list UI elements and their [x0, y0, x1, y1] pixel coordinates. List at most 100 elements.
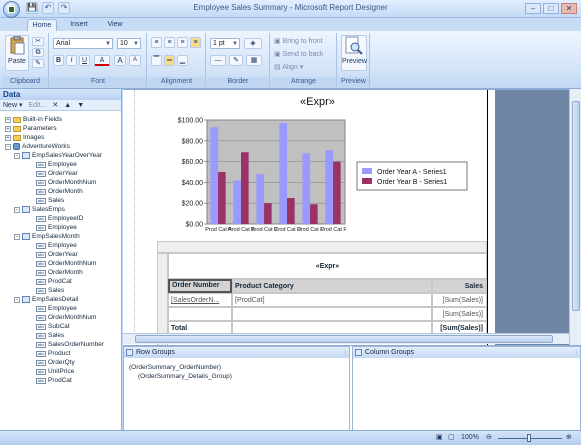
cell-prodcat[interactable]: [ProdCat] [232, 293, 432, 307]
tree-field[interactable]: abc OrderYear [36, 250, 78, 259]
align-top-icon[interactable]: ▔ [151, 55, 162, 66]
shrink-font-button[interactable]: A [129, 55, 141, 66]
delete-icon[interactable]: ✕ [52, 100, 58, 110]
copy-icon[interactable]: ⧉ [32, 48, 44, 57]
expand-icon[interactable]: + [5, 125, 11, 132]
align-center-icon[interactable]: ≡ [164, 37, 175, 48]
chart[interactable]: $0.00 $20.00 $40.00 $60.00 $80.00 $100.00 Prod… [135, 90, 475, 238]
send-to-back-button[interactable]: ▣ Send to back [274, 50, 323, 60]
underline-button[interactable]: U [79, 55, 90, 66]
tree-field[interactable]: abc Employee [36, 223, 77, 232]
tree-field[interactable]: abc OrderMonth [36, 268, 83, 277]
pin-icon[interactable]: ⫶ [344, 348, 346, 359]
cell-sales-order-number[interactable]: [SalesOrderN... [168, 293, 232, 307]
maximize-button[interactable]: □ [543, 3, 559, 14]
tree-field[interactable]: abc ProdCat [36, 376, 72, 385]
cell-group-blank[interactable] [168, 307, 232, 321]
tree-field[interactable]: abc OrderQty [36, 358, 75, 367]
tree-field[interactable]: abc EmployeeID [36, 214, 83, 223]
tree-field[interactable]: abc Sales [36, 286, 64, 295]
tree-node-dataset[interactable]: − EmpSalesYearOverYear [14, 151, 102, 160]
italic-button[interactable]: I [66, 55, 77, 66]
row-group-item[interactable]: (OrderSummary_Details_Group) [138, 372, 232, 381]
zoom-in-icon[interactable]: ⊕ [566, 431, 572, 445]
cell-sum-sales[interactable]: [Sum(Sales)] [432, 293, 487, 307]
header-product-category[interactable]: Product Category [232, 279, 432, 293]
collapse-icon[interactable]: − [14, 152, 20, 159]
edit-button[interactable]: Edit... [28, 100, 46, 110]
grow-font-button[interactable]: A [114, 55, 126, 66]
header-sales[interactable]: Sales [432, 279, 487, 293]
tree-field[interactable]: abc SalesOrderNumber [36, 340, 104, 349]
zoom-out-icon[interactable]: ⊖ [486, 431, 492, 445]
border-width-select[interactable]: 1 pt ▼ [210, 38, 240, 49]
tree-field[interactable]: abc ProdCat [36, 277, 72, 286]
tree-node-dataset[interactable]: − SalesEmps [14, 205, 65, 214]
tree-field[interactable]: abc SubCat [36, 322, 70, 331]
cell-group-blank[interactable] [232, 307, 432, 321]
borders-icon[interactable]: ▦ [246, 55, 262, 66]
tree-node-built-in-fields[interactable]: + Built-in Fields [5, 115, 62, 124]
tablix-row-handles[interactable] [157, 253, 168, 345]
cut-icon[interactable]: ✂ [32, 37, 44, 46]
align-right-icon[interactable]: ≡ [177, 37, 188, 48]
move-down-icon[interactable]: ▼ [77, 100, 84, 110]
format-painter-icon[interactable]: ✎ [32, 59, 44, 68]
tree-field[interactable]: abc Employee [36, 241, 77, 250]
bring-to-front-button[interactable]: ▣ Bring to front [274, 37, 323, 47]
tree-node-dataset[interactable]: − EmpSalesDetail [14, 295, 78, 304]
tree-field[interactable]: abc OrderYear [36, 169, 78, 178]
align-left-icon[interactable]: ≡ [151, 37, 162, 48]
align-bottom-icon[interactable]: ▁ [177, 55, 188, 66]
tree-field[interactable]: abc Employee [36, 160, 77, 169]
bold-button[interactable]: B [53, 55, 64, 66]
border-color-icon[interactable]: ✎ [229, 55, 243, 66]
tree-field[interactable]: abc Sales [36, 196, 64, 205]
pin-icon[interactable]: ⫶ [575, 348, 577, 359]
row-group-item[interactable]: (OrderSummary_OrderNumber) [129, 363, 221, 372]
header-order-number[interactable]: Order Number [168, 279, 232, 293]
tab-view[interactable]: View [100, 19, 130, 31]
fill-color-icon[interactable]: ◈ [244, 38, 262, 49]
expand-icon[interactable]: + [5, 116, 11, 123]
font-color-button[interactable]: A [94, 55, 110, 66]
tree-field[interactable]: abc OrderMonth [36, 187, 83, 196]
tree-field[interactable]: abc OrderMonthNum [36, 259, 96, 268]
view-icon[interactable]: ▢ [448, 431, 455, 445]
tree-field[interactable]: abc OrderMonthNum [36, 178, 96, 187]
tree-field[interactable]: abc Employee [36, 304, 77, 313]
tree-field[interactable]: abc OrderMonthNum [36, 313, 96, 322]
tree-field[interactable]: abc UnitPrice [36, 367, 74, 376]
vertical-scrollbar[interactable] [569, 89, 581, 345]
collapse-icon[interactable]: − [14, 233, 20, 240]
design-surface[interactable]: «Expr» $0.00 $20.00 $40.00 $60.00 $80.00 $100… [123, 89, 569, 345]
zoom-slider-thumb[interactable] [527, 434, 531, 442]
tablix-column-handles[interactable] [157, 241, 487, 253]
preview-button[interactable]: Preview [341, 35, 367, 71]
report-body[interactable]: «Expr» $0.00 $20.00 $40.00 $60.00 $80.00 $100… [135, 90, 487, 345]
collapse-icon[interactable]: − [14, 206, 20, 213]
expand-icon[interactable]: + [5, 134, 11, 141]
new-button[interactable]: New ▾ [3, 100, 22, 110]
collapse-icon[interactable]: − [14, 296, 20, 303]
scroll-thumb[interactable] [572, 101, 580, 311]
justify-icon[interactable]: ≡ [190, 37, 201, 48]
cell-subtotal-sales[interactable]: [Sum(Sales)] [432, 307, 487, 321]
align-button[interactable]: ▤ Align ▾ [274, 63, 303, 73]
tree-node-images[interactable]: + Images [5, 133, 44, 142]
tree-node-data-source[interactable]: − AdventureWorks [5, 142, 70, 151]
scroll-thumb[interactable] [135, 335, 553, 343]
paste-button[interactable]: Paste [5, 35, 29, 71]
tab-home[interactable]: Home [27, 19, 57, 31]
close-button[interactable]: ✕ [561, 3, 577, 14]
horizontal-scrollbar[interactable] [123, 333, 569, 344]
tree-field[interactable]: abc Sales [36, 331, 64, 340]
tab-insert[interactable]: Insert [64, 19, 94, 31]
font-size-select[interactable]: 10 ▼ [117, 38, 141, 49]
align-middle-icon[interactable]: ═ [164, 55, 175, 66]
tablix-title-cell[interactable]: «Expr» [168, 253, 487, 279]
tree-node-parameters[interactable]: + Parameters [5, 124, 57, 133]
border-style-icon[interactable]: — [210, 55, 226, 66]
move-up-icon[interactable]: ▲ [64, 100, 71, 110]
tree-field[interactable]: abc Product [36, 349, 70, 358]
